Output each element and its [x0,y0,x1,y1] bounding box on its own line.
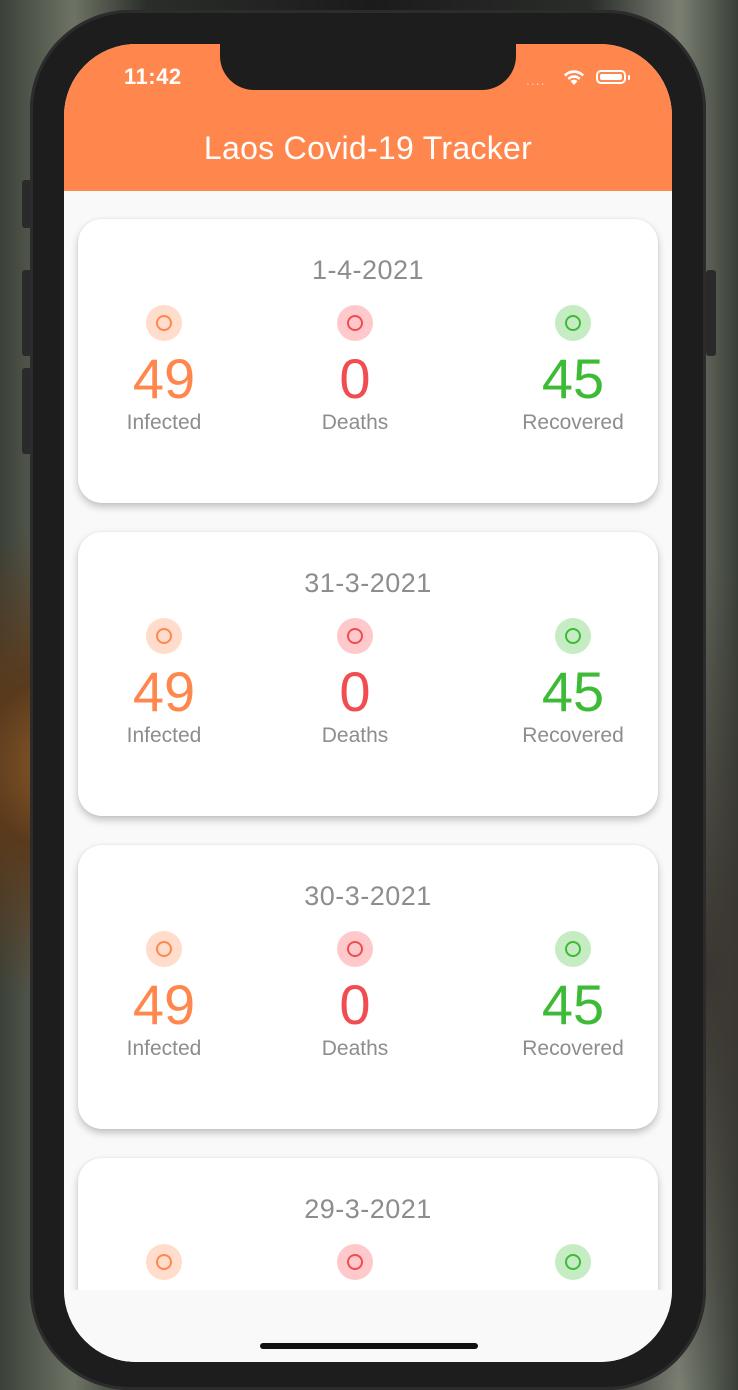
infected-icon [146,931,182,967]
recovered-label: Recovered [522,411,624,434]
infected-stat: 49 Infected [74,931,254,1061]
daily-stats-list[interactable]: 1-4-2021 49 Infected 0 Deaths 45 Recover… [64,191,672,1291]
card-date: 30-3-2021 [304,881,432,911]
recovered-icon [555,305,591,341]
infected-stat: 49 Infected [74,305,254,435]
status-icons: .... [526,68,646,88]
deaths-stat [265,1244,445,1280]
status-time: 11:42 [124,64,182,89]
infected-stat [74,1244,254,1280]
recovered-stat [483,1244,663,1280]
infected-count: 49 [132,973,196,1036]
stats-card[interactable]: 30-3-2021 49 Infected 0 Deaths 45 Recove… [78,845,658,1129]
recovered-stat: 45 Recovered [483,305,663,435]
stats-card[interactable]: 1-4-2021 49 Infected 0 Deaths 45 Recover… [78,219,658,503]
notch [220,44,516,90]
deaths-label: Deaths [321,411,389,434]
deaths-label: Deaths [321,724,389,747]
infected-label: Infected [126,724,202,747]
stats-card[interactable]: 29-3-2021 [78,1158,658,1291]
deaths-stat: 0 Deaths [265,618,445,748]
recovered-label: Recovered [522,724,624,747]
app-screen: 11:42 .... Laos Covid-19 Tracker 1-4-202… [64,44,672,1362]
infected-label: Infected [126,1037,202,1060]
page-title: Laos Covid-19 Tracker [203,130,533,166]
recovered-count: 45 [541,660,605,723]
wifi-icon [564,70,584,85]
battery-tip [628,75,630,80]
deaths-label: Deaths [321,1037,389,1060]
home-indicator[interactable] [260,1343,478,1349]
power-button [706,270,716,356]
bottom-safe-area [64,1290,672,1362]
card-date: 31-3-2021 [304,568,432,598]
app-bar: 11:42 .... Laos Covid-19 Tracker [64,44,672,191]
recovered-stat: 45 Recovered [483,931,663,1061]
deaths-count: 0 [339,347,371,410]
signal-icon: .... [526,72,546,88]
infected-label: Infected [126,411,202,434]
deaths-icon [337,618,373,654]
deaths-icon [337,305,373,341]
recovered-count: 45 [541,973,605,1036]
recovered-count: 45 [541,347,605,410]
recovered-label: Recovered [522,1037,624,1060]
deaths-stat: 0 Deaths [265,305,445,435]
recovered-icon [555,931,591,967]
infected-icon [146,618,182,654]
card-date: 29-3-2021 [304,1194,432,1224]
infected-count: 49 [132,660,196,723]
infected-count: 49 [132,347,196,410]
card-date: 1-4-2021 [311,255,425,285]
battery-icon [596,70,626,84]
deaths-icon [337,1244,373,1280]
deaths-count: 0 [339,660,371,723]
stats-card[interactable]: 31-3-2021 49 Infected 0 Deaths 45 Recove… [78,532,658,816]
infected-icon [146,1244,182,1280]
infected-stat: 49 Infected [74,618,254,748]
deaths-stat: 0 Deaths [265,931,445,1061]
infected-icon [146,305,182,341]
deaths-count: 0 [339,973,371,1036]
recovered-icon [555,618,591,654]
recovered-stat: 45 Recovered [483,618,663,748]
deaths-icon [337,931,373,967]
recovered-icon [555,1244,591,1280]
